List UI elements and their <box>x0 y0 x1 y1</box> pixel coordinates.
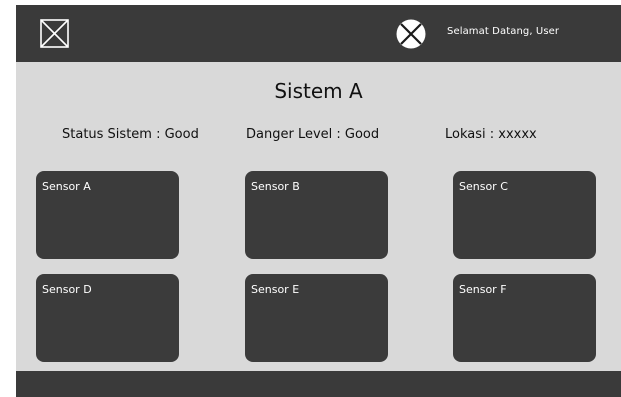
sensor-card-e[interactable]: Sensor E <box>245 274 388 362</box>
danger-level: Danger Level : Good <box>246 127 380 142</box>
welcome-text: Selamat Datang, User <box>447 26 560 37</box>
system-status: Status Sistem : Good <box>62 127 199 142</box>
sensor-label: Sensor F <box>459 283 507 296</box>
sensor-card-c[interactable]: Sensor C <box>453 171 596 259</box>
location: Lokasi : xxxxx <box>445 127 537 142</box>
sensor-card-b[interactable]: Sensor B <box>245 171 388 259</box>
sensor-card-f[interactable]: Sensor F <box>453 274 596 362</box>
sensor-label: Sensor A <box>42 180 91 193</box>
top-bar: Selamat Datang, User <box>16 5 621 62</box>
page-title: Sistem A <box>274 79 363 103</box>
circle-x-icon[interactable] <box>396 19 426 49</box>
sensor-label: Sensor B <box>251 180 300 193</box>
sensor-label: Sensor D <box>42 283 92 296</box>
sensor-label: Sensor C <box>459 180 508 193</box>
sensor-label: Sensor E <box>251 283 300 296</box>
bottom-bar <box>16 371 621 397</box>
sensor-card-d[interactable]: Sensor D <box>36 274 179 362</box>
image-placeholder-icon <box>40 19 69 48</box>
app-frame: Selamat Datang, User Sistem A Status Sis… <box>16 5 621 397</box>
sensor-card-a[interactable]: Sensor A <box>36 171 179 259</box>
